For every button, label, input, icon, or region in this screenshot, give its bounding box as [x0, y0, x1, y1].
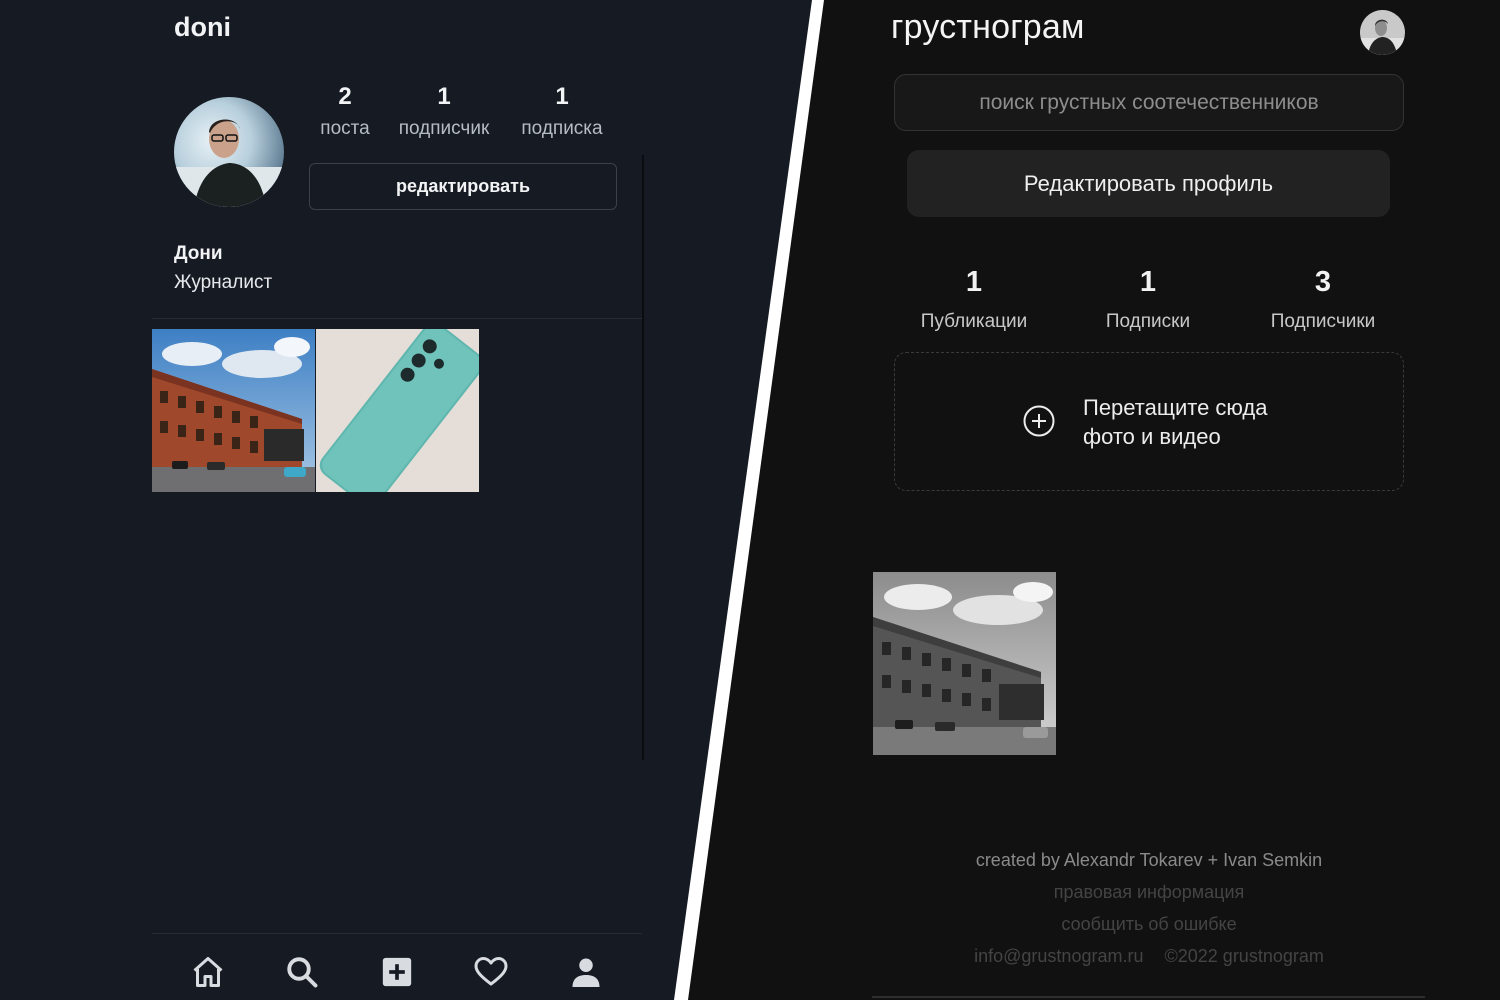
stat-label: Подписки	[1105, 311, 1191, 332]
stat-label: подписка	[521, 118, 603, 139]
stat-value: 3	[1314, 266, 1332, 298]
stat-label: Публикации	[920, 311, 1028, 332]
search-box[interactable]	[894, 74, 1404, 131]
stat-value: 1	[437, 83, 451, 110]
add-circle-icon	[1023, 405, 1055, 437]
stat-following[interactable]: 1 Подписки	[1058, 265, 1238, 333]
search-input[interactable]	[895, 90, 1403, 115]
profile-icon	[572, 958, 600, 987]
display-name: Дони	[174, 243, 223, 264]
stat-followers[interactable]: 3 Подписчики	[1233, 265, 1413, 333]
heart-icon	[474, 957, 508, 986]
edit-profile-button[interactable]: Редактировать профиль	[907, 150, 1390, 217]
bio: Журналист	[174, 272, 273, 293]
post-thumbnail[interactable]	[152, 329, 315, 492]
stat-publications[interactable]: 1 Публикации	[884, 265, 1064, 333]
stat-label: Подписчики	[1270, 311, 1376, 332]
search-icon	[287, 957, 318, 988]
stat-value: 1	[555, 83, 569, 110]
footer-contact: info@grustnogram.ru ©2022 grustnogram	[894, 946, 1404, 967]
nav-search[interactable]	[282, 952, 322, 992]
bottom-divider	[872, 996, 1425, 998]
post-thumbnail[interactable]	[873, 572, 1056, 755]
profile-username: doni	[174, 12, 231, 42]
nav-profile[interactable]	[566, 952, 606, 992]
app-title[interactable]: грустнограм	[891, 8, 1085, 47]
vertical-divider	[642, 155, 644, 760]
footer-report-link[interactable]: сообщить об ошибке	[894, 914, 1404, 935]
home-icon	[193, 957, 223, 987]
stat-followers[interactable]: 1 подписчик	[379, 84, 509, 140]
footer-legal-link[interactable]: правовая информация	[894, 882, 1404, 903]
dropzone-text-line: Перетащите сюда	[1083, 395, 1268, 420]
nav-add-post[interactable]	[377, 952, 417, 992]
left-panel-profile: doni 2 поста 1 подписчик 1 подписка реда…	[0, 0, 800, 1000]
add-post-icon	[382, 957, 412, 987]
nav-home[interactable]	[188, 952, 228, 992]
section-divider	[152, 318, 642, 319]
post-thumbnail[interactable]	[316, 329, 479, 492]
footer-email-link[interactable]: info@grustnogram.ru	[974, 946, 1143, 966]
dropzone-text: Перетащите сюда фото и видео	[1083, 393, 1343, 451]
bottom-nav-divider	[152, 933, 642, 934]
stat-label: подписчик	[398, 118, 490, 139]
edit-profile-button[interactable]: редактировать	[309, 163, 617, 210]
stat-value: 1	[1139, 266, 1157, 298]
header-avatar[interactable]	[1360, 10, 1405, 55]
nav-activity[interactable]	[471, 952, 511, 992]
dropzone-text-line: фото и видео	[1083, 424, 1221, 449]
avatar[interactable]	[174, 97, 284, 207]
footer-credit: created by Alexandr Tokarev + Ivan Semki…	[975, 850, 1323, 870]
stat-following[interactable]: 1 подписка	[497, 84, 627, 140]
stat-value: 1	[965, 266, 983, 298]
footer-copyright: ©2022 grustnogram	[1164, 946, 1324, 966]
